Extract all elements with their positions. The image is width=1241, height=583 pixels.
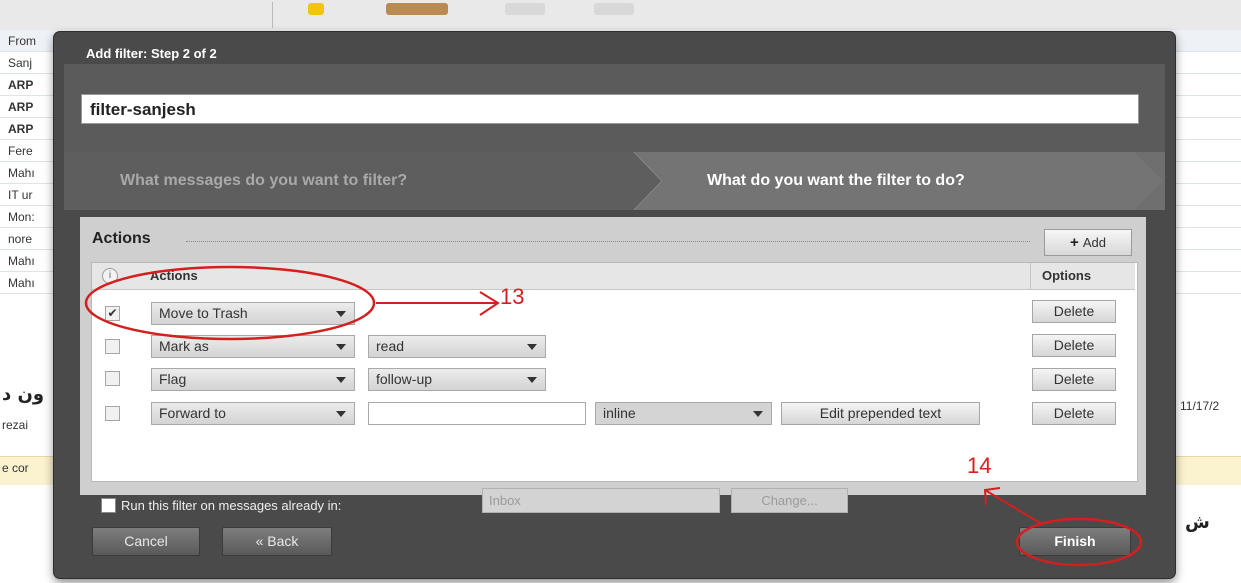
annotation-label-13: 13 [500, 284, 525, 309]
annotation-overlay [84, 265, 1143, 567]
arrow-line-14 [984, 489, 1041, 524]
highlight-ellipse-move-to-trash [84, 265, 376, 341]
annotation-label-14: 14 [967, 453, 992, 478]
highlight-ellipse-finish [1015, 517, 1143, 567]
